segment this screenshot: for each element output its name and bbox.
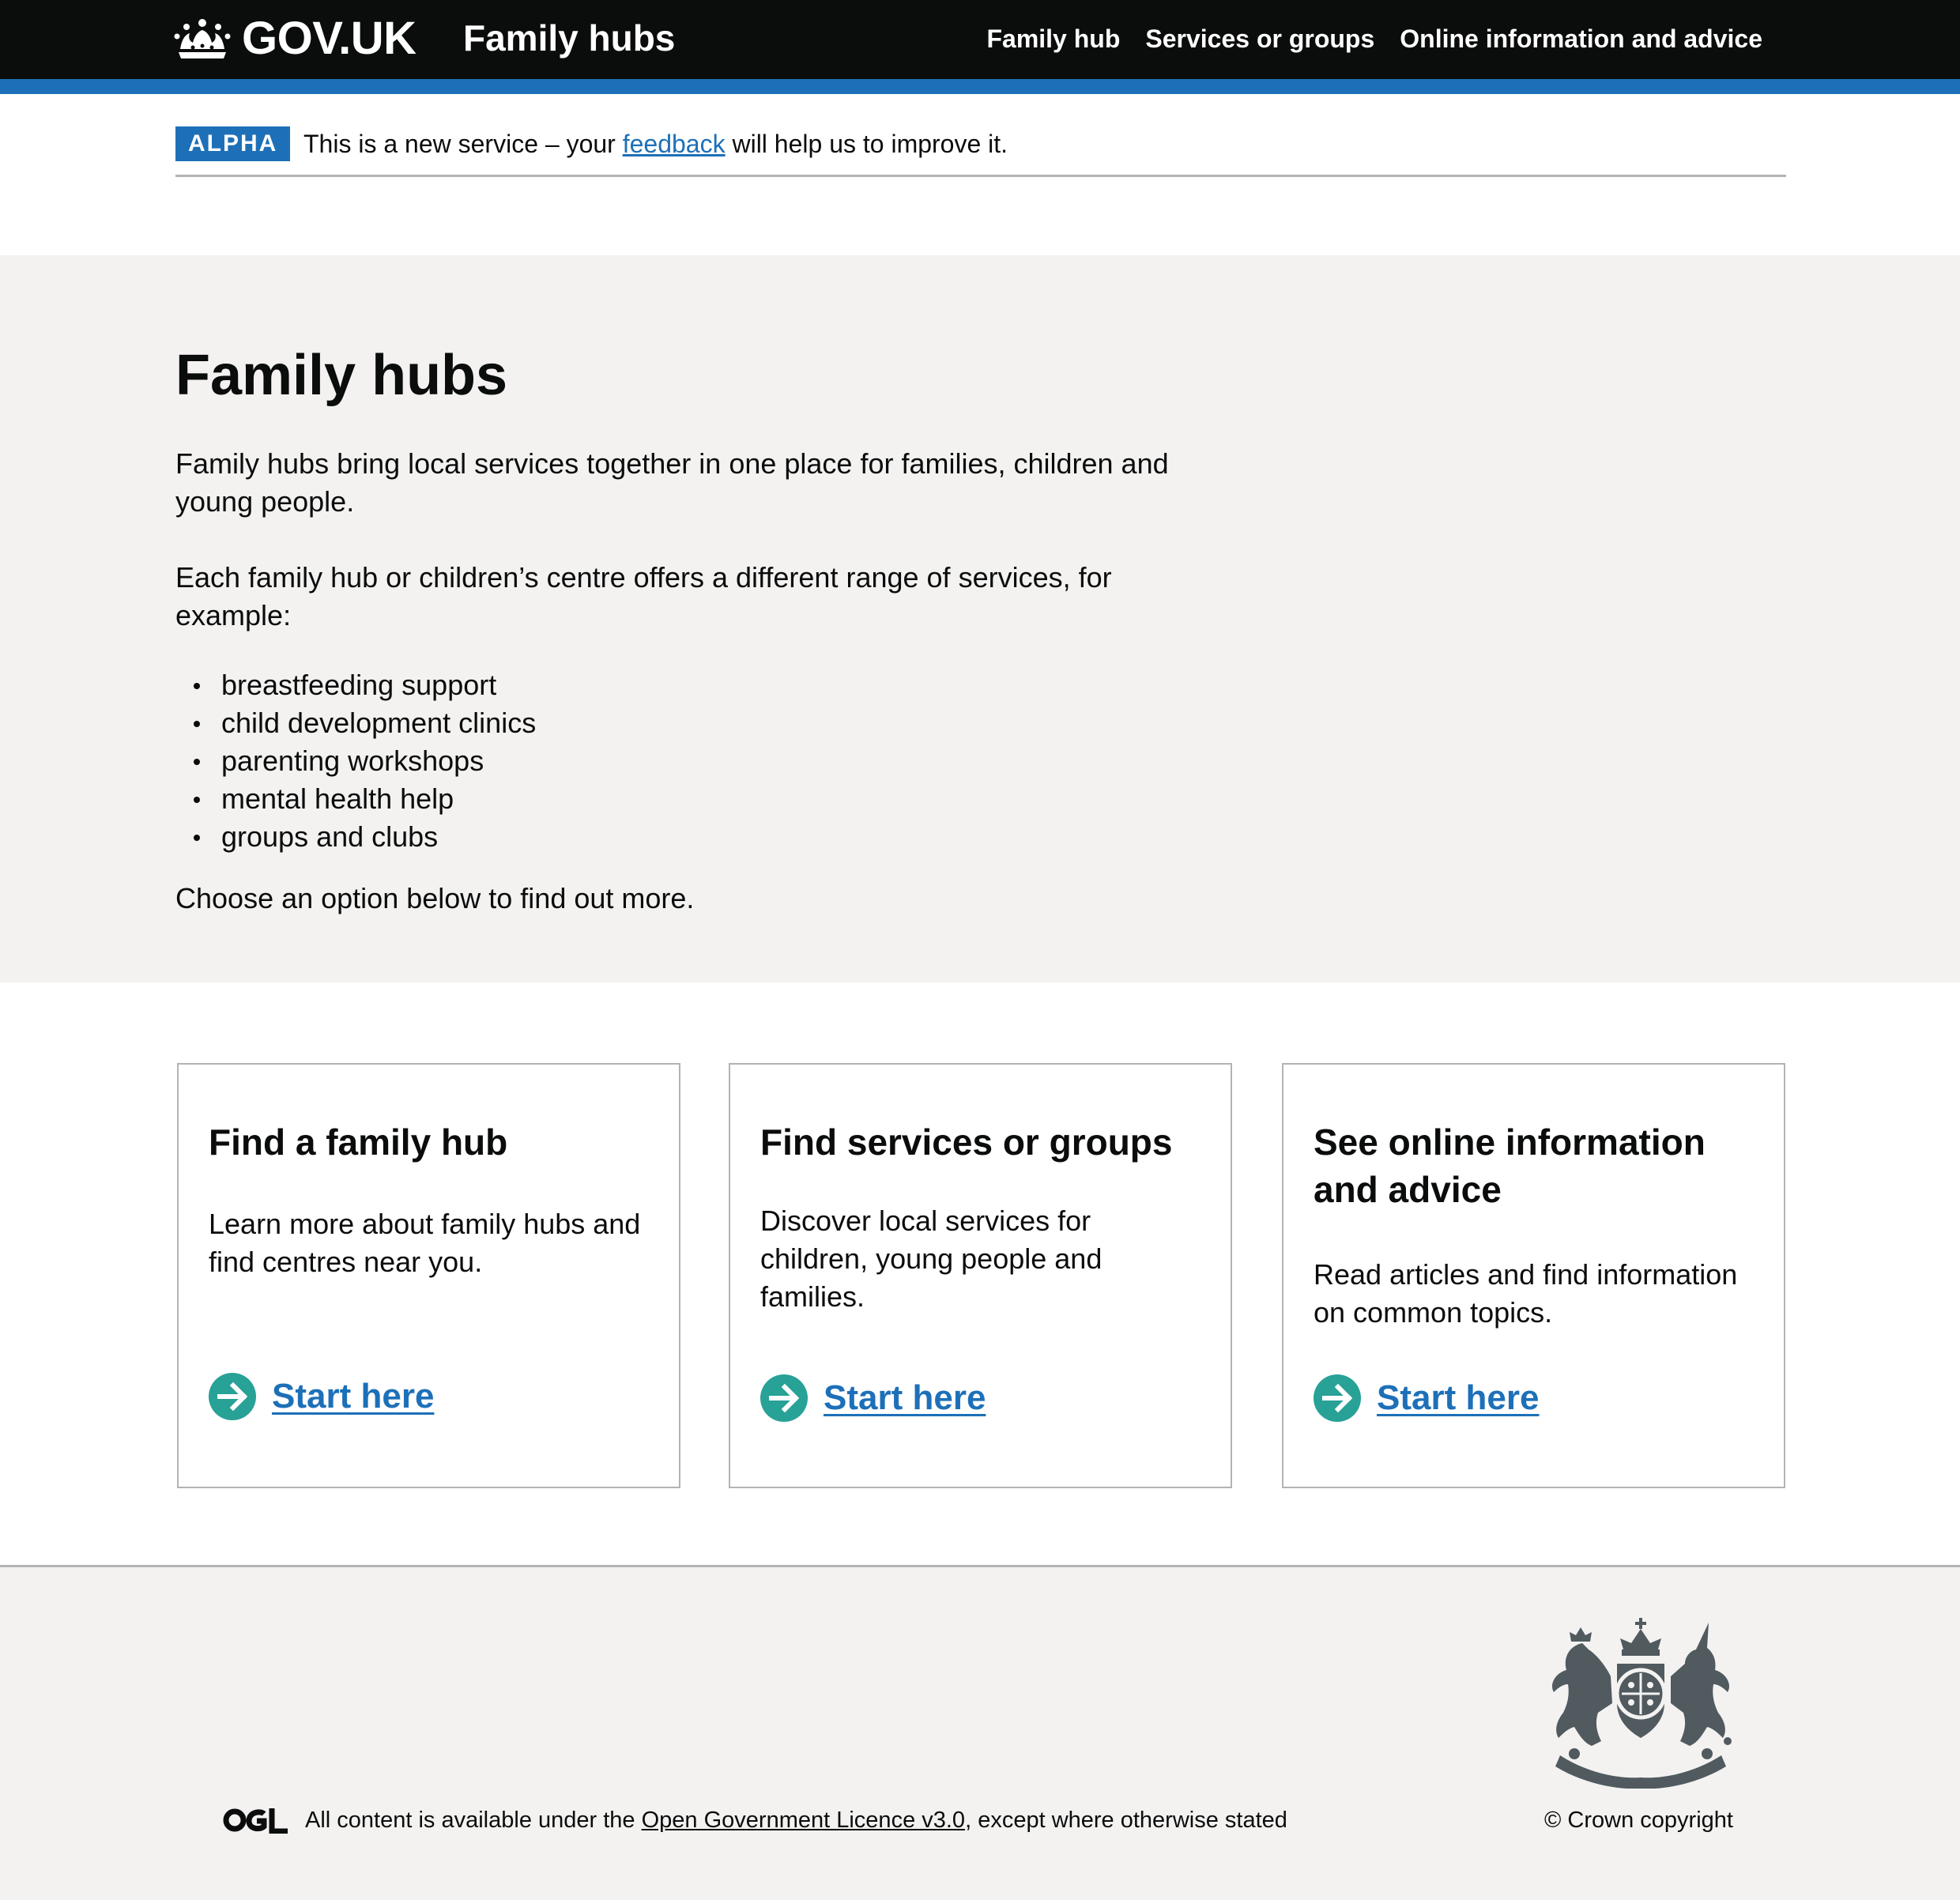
- licence-text-after: , except where otherwise stated: [965, 1808, 1287, 1833]
- arrow-circle-icon[interactable]: [760, 1374, 808, 1422]
- start-link-row: Start here: [209, 1373, 434, 1420]
- page-title: Family hubs: [175, 344, 508, 407]
- card-online-information: See online information and advice Read a…: [1282, 1063, 1785, 1488]
- list-item: child development clinics: [175, 704, 536, 742]
- hero-section: Family hubs Family hubs bring local serv…: [0, 255, 1960, 982]
- start-here-link[interactable]: Start here: [1377, 1374, 1539, 1422]
- licence-text-before: All content is available under the: [305, 1808, 642, 1833]
- phase-text-after: will help us to improve it.: [725, 130, 1008, 158]
- start-link-row: Start here: [760, 1374, 986, 1422]
- nav-link-online-information[interactable]: Online information and advice: [1400, 21, 1762, 57]
- ogl-icon: [223, 1808, 288, 1834]
- choose-option-text: Choose an option below to find out more.: [175, 882, 695, 914]
- licence-text: All content is available under the Open …: [305, 1804, 1287, 1836]
- intro-paragraph: Family hubs bring local services togethe…: [175, 447, 1169, 518]
- site-footer: All content is available under the Open …: [0, 1565, 1960, 1900]
- start-here-link[interactable]: Start here: [824, 1374, 986, 1422]
- start-link-row: Start here: [1314, 1374, 1539, 1422]
- header-navigation: Family hub Services or groups Online inf…: [986, 21, 1762, 57]
- services-list: breastfeeding support child development …: [175, 666, 536, 856]
- open-government-licence-link[interactable]: Open Government Licence v3.0: [642, 1808, 965, 1833]
- service-name-link[interactable]: Family hubs: [463, 16, 675, 60]
- list-item: parenting workshops: [175, 742, 536, 780]
- phase-text-before: This is a new service – your: [303, 130, 623, 158]
- card-text: Learn more about family hubs and find ce…: [209, 1208, 641, 1278]
- govuk-logo-link[interactable]: GOV.UK: [174, 11, 416, 66]
- nav-link-services-or-groups[interactable]: Services or groups: [1145, 21, 1374, 57]
- phase-tag: ALPHA: [175, 126, 291, 161]
- card-find-family-hub: Find a family hub Learn more about famil…: [177, 1063, 680, 1488]
- licence-row: All content is available under the Open …: [223, 1804, 1287, 1836]
- nav-link-family-hub[interactable]: Family hub: [986, 21, 1120, 57]
- arrow-circle-icon[interactable]: [1314, 1374, 1361, 1422]
- card-text: Read articles and find information on co…: [1314, 1258, 1738, 1329]
- card-title: Find a family hub: [209, 1122, 508, 1163]
- list-item: mental health help: [175, 780, 536, 818]
- crown-icon: [174, 19, 231, 58]
- card-title: Find services or groups: [760, 1122, 1173, 1163]
- list-item: breastfeeding support: [175, 666, 536, 704]
- header-blue-bar: [0, 79, 1960, 94]
- logo-text: GOV.UK: [242, 13, 416, 64]
- card-find-services: Find services or groups Discover local s…: [729, 1063, 1232, 1488]
- site-header: GOV.UK Family hubs Family hub Services o…: [0, 0, 1960, 79]
- services-paragraph: Each family hub or children’s centre off…: [175, 561, 1112, 631]
- start-here-link[interactable]: Start here: [272, 1373, 434, 1420]
- phase-banner: ALPHA This is a new service – your feedb…: [175, 125, 1786, 177]
- list-item: groups and clubs: [175, 818, 536, 856]
- phase-banner-text: This is a new service – your feedback wi…: [303, 126, 1008, 161]
- feedback-link[interactable]: feedback: [623, 130, 726, 158]
- arrow-circle-icon[interactable]: [209, 1373, 256, 1420]
- crown-copyright-link[interactable]: © Crown copyright: [1544, 1804, 1733, 1836]
- card-title: See online information and advice: [1314, 1122, 1706, 1210]
- royal-coat-of-arms-icon[interactable]: [1540, 1615, 1742, 1789]
- card-text: Discover local services for children, yo…: [760, 1204, 1102, 1313]
